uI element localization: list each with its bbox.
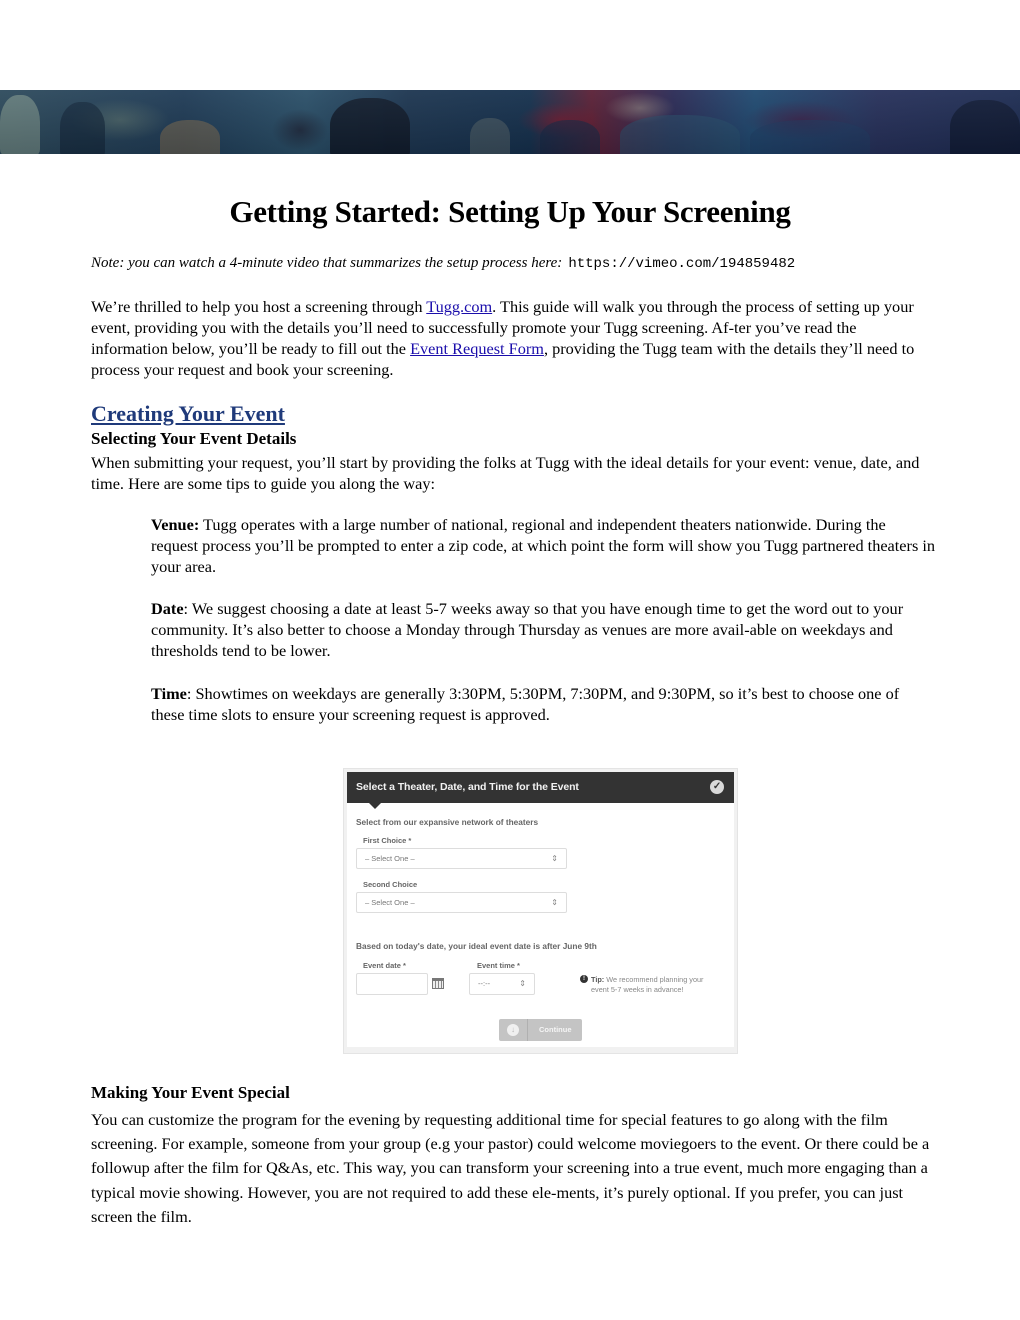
time-text: : Showtimes on weekdays are generally 3:…	[151, 684, 900, 724]
event-time-select[interactable]: --:-- ⇕	[469, 973, 535, 995]
check-circle-icon: ✓	[710, 780, 724, 794]
venue-text: Tugg operates with a large number of nat…	[151, 515, 936, 576]
form-header-title: Select a Theater, Date, and Time for the…	[356, 781, 579, 793]
select-arrows-icon: ⇕	[551, 854, 558, 863]
select-arrows-icon: ⇕	[551, 898, 558, 907]
section-heading-creating: Creating Your Event	[91, 401, 285, 426]
date-tip: Date: We suggest choosing a date at leas…	[151, 598, 936, 661]
time-tip: Time: Showtimes on weekdays are generall…	[151, 683, 936, 725]
intro-text-1: We’re thrilled to help you host a screen…	[91, 297, 427, 316]
event-request-form-link[interactable]: Event Request Form	[410, 339, 544, 358]
banner-image	[0, 90, 1020, 154]
continue-label: Continue	[539, 1025, 572, 1034]
date-section-label: Based on today's date, your ideal event …	[356, 941, 597, 951]
date-text: : We suggest choosing a date at least 5-…	[151, 599, 904, 660]
tip-label: Tip:	[591, 975, 605, 984]
header-pointer	[369, 803, 381, 809]
first-choice-label: First Choice *	[363, 836, 412, 845]
select-arrows-icon: ⇕	[519, 979, 526, 988]
subheading-selecting: Selecting Your Event Details	[91, 429, 297, 448]
subheading-special: Making Your Event Special	[91, 1083, 290, 1102]
arrow-down-circle-icon: ↓	[507, 1024, 519, 1036]
theaters-section-label: Select from our expansive network of the…	[356, 817, 539, 827]
second-choice-select[interactable]: – Select One – ⇕	[356, 892, 567, 913]
first-choice-select[interactable]: – Select One – ⇕	[356, 848, 567, 869]
video-note: Note: you can watch a 4-minute video tha…	[91, 255, 795, 272]
video-url[interactable]: https://vimeo.com/194859482	[568, 256, 795, 272]
exclamation-icon: !	[580, 975, 588, 983]
second-choice-value: – Select One –	[365, 898, 415, 907]
event-form-screenshot: Select a Theater, Date, and Time for the…	[343, 768, 738, 1054]
form-tip: ! Tip: We recommend planning your event …	[580, 975, 721, 995]
continue-button[interactable]: ↓ Continue	[499, 1019, 582, 1041]
tip-text: We recommend planning your event 5-7 wee…	[591, 975, 704, 994]
second-choice-label: Second Choice	[363, 880, 418, 889]
calendar-icon[interactable]	[432, 978, 444, 989]
page-title: Getting Started: Setting Up Your Screeni…	[229, 194, 791, 229]
date-label: Date	[151, 599, 184, 618]
event-time-value: --:--	[478, 979, 491, 988]
venue-tip: Venue: Tugg operates with a large number…	[151, 514, 936, 577]
form-header: Select a Theater, Date, and Time for the…	[347, 772, 734, 803]
selecting-paragraph: When submitting your request, you’ll sta…	[91, 453, 920, 493]
special-paragraph: You can customize the program for the ev…	[91, 1110, 930, 1226]
intro-paragraph: We’re thrilled to help you host a screen…	[91, 296, 936, 380]
event-date-input[interactable]	[356, 973, 428, 995]
event-time-label: Event time *	[477, 961, 520, 970]
venue-label: Venue:	[151, 515, 200, 534]
first-choice-value: – Select One –	[365, 854, 415, 863]
time-label: Time	[151, 684, 187, 703]
tugg-link[interactable]: Tugg.com	[426, 297, 492, 316]
video-note-text: Note: you can watch a 4-minute video tha…	[91, 255, 563, 271]
event-date-label: Event date *	[363, 961, 406, 970]
